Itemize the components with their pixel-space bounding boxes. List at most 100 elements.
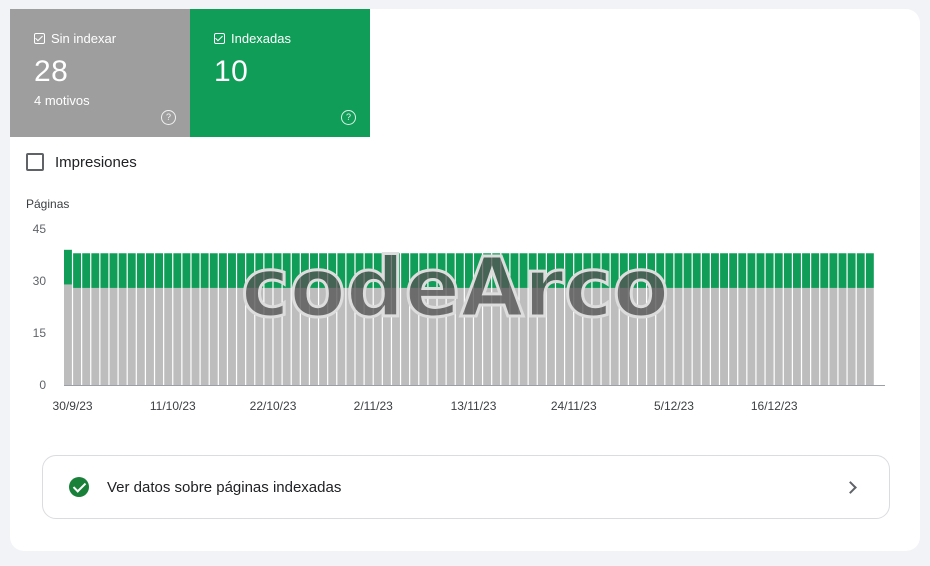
bar-not-indexed[interactable]	[729, 287, 738, 385]
bar-not-indexed[interactable]	[710, 287, 719, 385]
bar-not-indexed[interactable]	[820, 287, 829, 385]
bar-indexed[interactable]	[200, 253, 209, 288]
bar-not-indexed[interactable]	[811, 287, 820, 385]
bar-not-indexed[interactable]	[838, 287, 847, 385]
bar-not-indexed[interactable]	[720, 287, 729, 385]
bar-indexed[interactable]	[228, 253, 236, 288]
bar-indexed[interactable]	[218, 253, 227, 288]
x-tick-label: 30/9/23	[53, 399, 93, 413]
bar-not-indexed[interactable]	[200, 287, 209, 385]
bar-not-indexed[interactable]	[109, 287, 118, 385]
help-icon[interactable]: ?	[341, 110, 356, 125]
bar-not-indexed[interactable]	[127, 287, 136, 385]
bar-not-indexed[interactable]	[692, 287, 701, 385]
bar-indexed[interactable]	[792, 253, 801, 288]
bar-indexed[interactable]	[701, 253, 710, 288]
bar-not-indexed[interactable]	[146, 287, 154, 385]
watermark-logo: codeArco	[241, 241, 669, 336]
bar-not-indexed[interactable]	[64, 284, 72, 385]
bar-not-indexed[interactable]	[182, 287, 191, 385]
checkbox-checked-icon[interactable]	[34, 33, 45, 44]
bar-indexed[interactable]	[146, 253, 154, 288]
bar-indexed[interactable]	[91, 253, 100, 288]
indexed-pages-link[interactable]: Ver datos sobre páginas indexadas	[42, 455, 890, 519]
bar-indexed[interactable]	[783, 253, 792, 288]
tile-indexed-header: Indexadas	[214, 31, 370, 46]
bar-not-indexed[interactable]	[701, 287, 710, 385]
bar-indexed[interactable]	[182, 253, 191, 288]
bar-not-indexed[interactable]	[91, 287, 100, 385]
bar-indexed[interactable]	[865, 253, 874, 288]
y-tick-label: 0	[39, 378, 46, 392]
bar-indexed[interactable]	[811, 253, 820, 288]
bar-not-indexed[interactable]	[756, 287, 765, 385]
bar-not-indexed[interactable]	[774, 287, 783, 385]
bar-indexed[interactable]	[765, 253, 774, 288]
bar-not-indexed[interactable]	[802, 287, 811, 385]
bar-not-indexed[interactable]	[191, 287, 200, 385]
bar-indexed[interactable]	[674, 253, 683, 288]
tile-not-indexed[interactable]: Sin indexar 28 4 motivos ?	[10, 9, 190, 137]
bar-not-indexed[interactable]	[209, 287, 218, 385]
bar-indexed[interactable]	[118, 253, 127, 288]
bar-not-indexed[interactable]	[164, 287, 173, 385]
bar-indexed[interactable]	[756, 253, 765, 288]
bar-indexed[interactable]	[729, 253, 738, 288]
bar-indexed[interactable]	[109, 253, 118, 288]
bar-indexed[interactable]	[127, 253, 136, 288]
bar-not-indexed[interactable]	[856, 287, 865, 385]
bar-indexed[interactable]	[738, 253, 747, 288]
bar-indexed[interactable]	[155, 253, 164, 288]
checkbox-unchecked-icon[interactable]	[26, 153, 44, 171]
bar-indexed[interactable]	[847, 253, 856, 288]
bar-indexed[interactable]	[683, 253, 692, 288]
bar-indexed[interactable]	[692, 253, 701, 288]
bar-not-indexed[interactable]	[847, 287, 856, 385]
tile-not-indexed-header: Sin indexar	[34, 31, 190, 46]
bar-indexed[interactable]	[820, 253, 829, 288]
bar-indexed[interactable]	[856, 253, 865, 288]
pages-chart: 45 30 15 0 30/9/23 11/10/23 22/10/23 2/11/23 13…	[33, 222, 885, 413]
bar-not-indexed[interactable]	[865, 287, 874, 385]
bar-not-indexed[interactable]	[792, 287, 801, 385]
bar-not-indexed[interactable]	[118, 287, 127, 385]
bar-not-indexed[interactable]	[136, 287, 145, 385]
checkbox-checked-icon[interactable]	[214, 33, 225, 44]
bar-not-indexed[interactable]	[829, 287, 838, 385]
bar-indexed[interactable]	[838, 253, 847, 288]
bar-indexed[interactable]	[774, 253, 783, 288]
indexed-pages-link-label: Ver datos sobre páginas indexadas	[107, 478, 342, 496]
bar-indexed[interactable]	[173, 253, 182, 288]
bar-not-indexed[interactable]	[218, 287, 227, 385]
bar-not-indexed[interactable]	[73, 287, 82, 385]
bar-indexed[interactable]	[191, 253, 200, 288]
bar-indexed[interactable]	[710, 253, 719, 288]
bar-indexed[interactable]	[136, 253, 145, 288]
bar-indexed[interactable]	[802, 253, 811, 288]
impressions-toggle[interactable]: Impresiones	[26, 153, 137, 171]
bar-indexed[interactable]	[747, 253, 756, 288]
bar-indexed[interactable]	[164, 253, 173, 288]
bar-not-indexed[interactable]	[82, 287, 91, 385]
bar-not-indexed[interactable]	[765, 287, 774, 385]
bar-indexed[interactable]	[64, 249, 72, 285]
bar-not-indexed[interactable]	[747, 287, 756, 385]
bar-not-indexed[interactable]	[228, 287, 236, 385]
bar-indexed[interactable]	[209, 253, 218, 288]
x-tick-label: 11/10/23	[150, 399, 196, 413]
x-tick-label: 22/10/23	[250, 399, 297, 413]
bar-not-indexed[interactable]	[738, 287, 747, 385]
bar-not-indexed[interactable]	[173, 287, 182, 385]
bar-not-indexed[interactable]	[674, 287, 683, 385]
bar-not-indexed[interactable]	[683, 287, 692, 385]
help-icon[interactable]: ?	[161, 110, 176, 125]
tile-indexed[interactable]: Indexadas 10 ?	[190, 9, 370, 137]
bar-not-indexed[interactable]	[155, 287, 164, 385]
bar-indexed[interactable]	[829, 253, 838, 288]
bar-indexed[interactable]	[73, 253, 82, 288]
bar-not-indexed[interactable]	[783, 287, 792, 385]
bar-indexed[interactable]	[100, 253, 109, 288]
bar-indexed[interactable]	[720, 253, 729, 288]
bar-indexed[interactable]	[82, 253, 91, 288]
bar-not-indexed[interactable]	[100, 287, 109, 385]
